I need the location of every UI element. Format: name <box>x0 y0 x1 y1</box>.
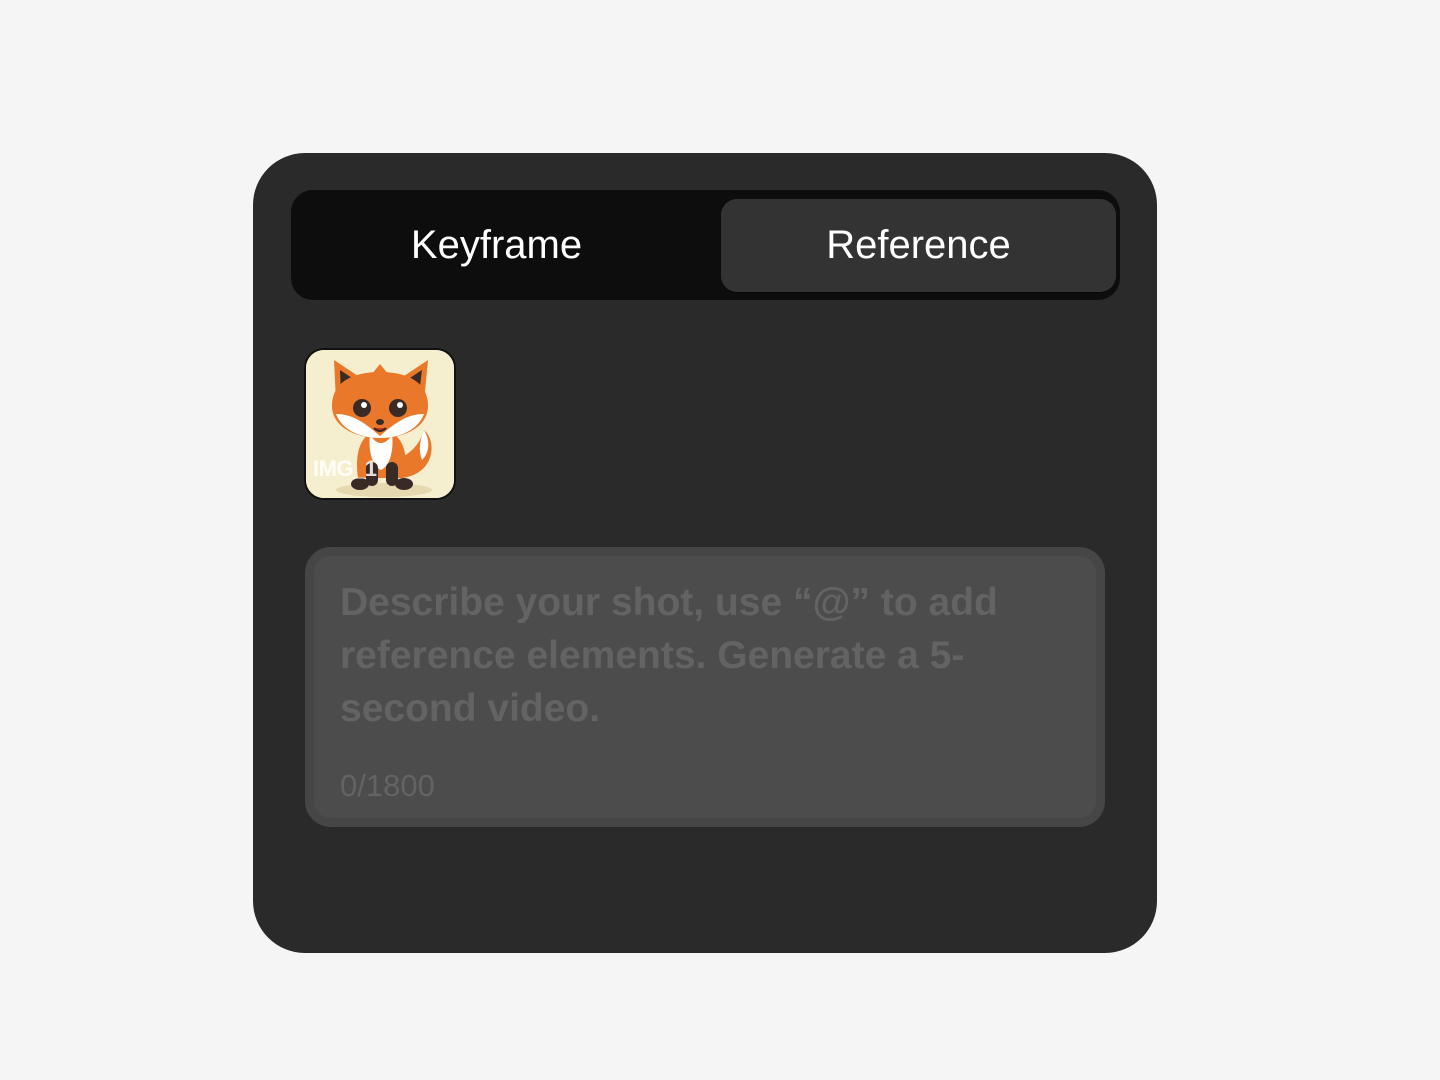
prompt-placeholder: Describe your shot, use “@” to add refer… <box>340 581 998 730</box>
prompt-input[interactable]: Describe your shot, use “@” to add refer… <box>305 547 1105 827</box>
thumbnail-label: IMG_1 <box>313 456 377 481</box>
character-counter: 0/1800 <box>340 768 435 803</box>
reference-image-thumbnail[interactable]: IMG_1 <box>304 348 456 500</box>
tab-reference[interactable]: Reference <box>721 199 1116 292</box>
video-prompt-panel: Keyframe Reference IMG_1 Describe your s… <box>253 153 1157 953</box>
mode-tabs: Keyframe Reference <box>291 190 1120 300</box>
tab-keyframe[interactable]: Keyframe <box>299 199 694 292</box>
